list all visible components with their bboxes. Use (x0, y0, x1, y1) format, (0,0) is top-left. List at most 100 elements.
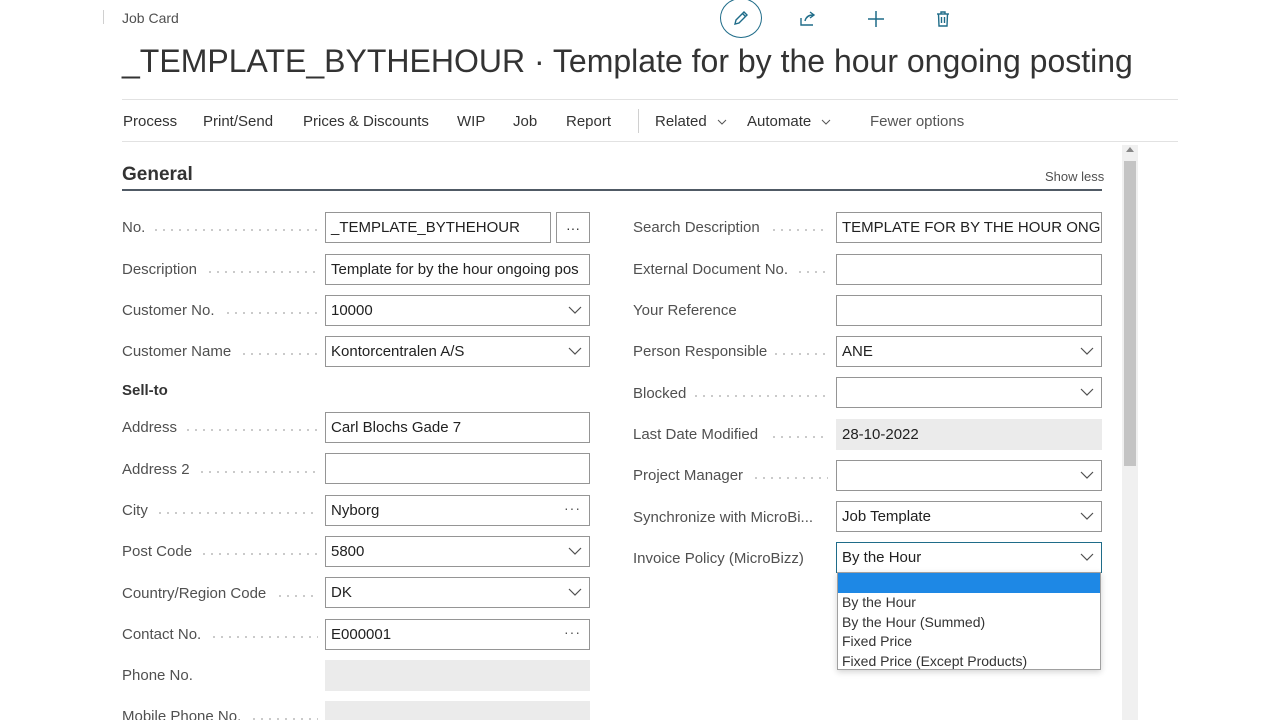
menu-process[interactable]: Process (123, 113, 177, 130)
contact-no-assist-icon[interactable]: ··· (564, 624, 581, 640)
person-responsible-field[interactable]: ANE (836, 336, 1102, 367)
label-phone-no: Phone No. (122, 667, 193, 684)
synchronize-field[interactable]: Job Template (836, 501, 1102, 532)
share-button[interactable] (787, 0, 829, 38)
menu-report[interactable]: Report (566, 113, 611, 130)
dropdown-option-by-the-hour-summed[interactable]: By the Hour (Summed) (838, 613, 1100, 633)
menu-related-label: Related (655, 113, 707, 130)
invoice-policy-select[interactable]: By the Hour (836, 542, 1102, 573)
dropdown-option-blank[interactable] (838, 573, 1100, 593)
dropdown-option-fixed-price-except-products[interactable]: Fixed Price (Except Products) (838, 652, 1100, 672)
chevron-down-icon (1080, 471, 1094, 479)
label-leader (770, 229, 828, 231)
chevron-down-icon (1080, 553, 1094, 561)
label-synchronize-microbizz: Synchronize with MicroBi... (633, 509, 814, 526)
pencil-icon (734, 11, 748, 25)
label-address-2: Address 2 (122, 461, 190, 478)
label-leader (200, 553, 318, 555)
label-leader (772, 353, 828, 355)
menu-fewer-options[interactable]: Fewer options (870, 113, 964, 130)
no-field[interactable]: _TEMPLATE_BYTHEHOUR (325, 212, 551, 243)
label-post-code: Post Code (122, 543, 193, 560)
label-external-document-no: External Document No. (633, 261, 789, 278)
person-responsible-value: ANE (842, 343, 873, 360)
menu-separator (638, 109, 639, 133)
menu-job[interactable]: Job (513, 113, 537, 130)
delete-button[interactable] (922, 0, 964, 38)
page-title: _TEMPLATE_BYTHEHOUR · Template for by th… (122, 43, 1133, 79)
chevron-down-icon (568, 306, 582, 314)
label-city: City (122, 502, 148, 519)
menu-automate[interactable]: Automate (747, 113, 831, 130)
city-field[interactable]: Nyborg ··· (325, 495, 590, 526)
label-leader (152, 229, 318, 231)
section-title-general[interactable]: General (122, 164, 193, 186)
label-leader (240, 353, 318, 355)
city-assist-icon[interactable]: ··· (564, 500, 581, 516)
city-value: Nyborg (331, 502, 380, 519)
dropdown-option-fixed-price[interactable]: Fixed Price (838, 632, 1100, 652)
label-leader (210, 636, 318, 638)
show-less-link[interactable]: Show less (1045, 169, 1104, 184)
invoice-policy-dropdown: By the Hour By the Hour (Summed) Fixed P… (837, 572, 1101, 670)
menu-related[interactable]: Related (655, 113, 727, 130)
label-contact-no: Contact No. (122, 626, 202, 643)
breadcrumb: Job Card (122, 10, 179, 26)
search-description-field[interactable]: TEMPLATE FOR BY THE HOUR ONGOII (836, 212, 1102, 243)
edit-button[interactable] (720, 0, 762, 38)
customer-no-field[interactable]: 10000 (325, 295, 590, 326)
label-description: Description (122, 261, 198, 278)
menu-prices-discounts[interactable]: Prices & Discounts (303, 113, 429, 130)
external-document-field[interactable] (836, 254, 1102, 285)
label-no: No. (122, 219, 146, 236)
label-customer-name: Customer Name (122, 343, 232, 360)
dropdown-option-by-the-hour[interactable]: By the Hour (838, 593, 1100, 613)
label-search-description: Search Description (633, 219, 760, 236)
address-field[interactable]: Carl Blochs Gade 7 (325, 412, 590, 443)
label-leader (692, 395, 828, 397)
phone-no-field (325, 660, 590, 691)
customer-no-value: 10000 (331, 302, 373, 319)
post-code-value: 5800 (331, 543, 365, 560)
chevron-down-icon (822, 119, 831, 125)
customer-name-value: Kontorcentralen A/S (331, 343, 465, 360)
chevron-down-icon (1080, 388, 1094, 396)
label-leader (156, 512, 318, 514)
country-region-field[interactable]: DK (325, 577, 590, 608)
label-leader (752, 477, 828, 479)
label-address: Address (122, 419, 178, 436)
project-manager-field[interactable] (836, 460, 1102, 491)
chevron-down-icon (717, 119, 727, 125)
header-divider (103, 10, 104, 24)
label-project-manager: Project Manager (633, 467, 744, 484)
customer-name-field[interactable]: Kontorcentralen A/S (325, 336, 590, 367)
menu-wip[interactable]: WIP (457, 113, 485, 130)
no-assist-button[interactable]: ··· (556, 212, 590, 243)
synchronize-value: Job Template (842, 508, 931, 525)
chevron-down-icon (568, 547, 582, 555)
description-field[interactable]: Template for by the hour ongoing pos (325, 254, 590, 285)
menu-print-send[interactable]: Print/Send (203, 113, 273, 130)
contact-no-field[interactable]: E000001 ··· (325, 619, 590, 650)
chevron-down-icon (1080, 512, 1094, 520)
invoice-policy-value: By the Hour (842, 549, 922, 566)
section-divider (122, 189, 1102, 191)
chevron-down-icon (568, 347, 582, 355)
share-icon (800, 11, 816, 26)
post-code-field[interactable]: 5800 (325, 536, 590, 567)
your-reference-field[interactable] (836, 295, 1102, 326)
label-leader (206, 271, 318, 273)
chevron-down-icon (568, 588, 582, 596)
scroll-up-arrow-icon[interactable] (1126, 147, 1134, 152)
label-leader (198, 471, 318, 473)
contact-no-value: E000001 (331, 626, 392, 643)
blocked-field[interactable] (836, 377, 1102, 408)
label-leader (224, 312, 318, 314)
label-leader (770, 436, 828, 438)
trash-icon (937, 11, 949, 27)
add-button[interactable] (855, 0, 897, 38)
label-invoice-policy: Invoice Policy (MicroBizz) (633, 550, 804, 567)
address-2-field[interactable] (325, 453, 590, 484)
scrollbar-thumb[interactable] (1124, 161, 1136, 466)
label-country-region: Country/Region Code (122, 585, 267, 602)
